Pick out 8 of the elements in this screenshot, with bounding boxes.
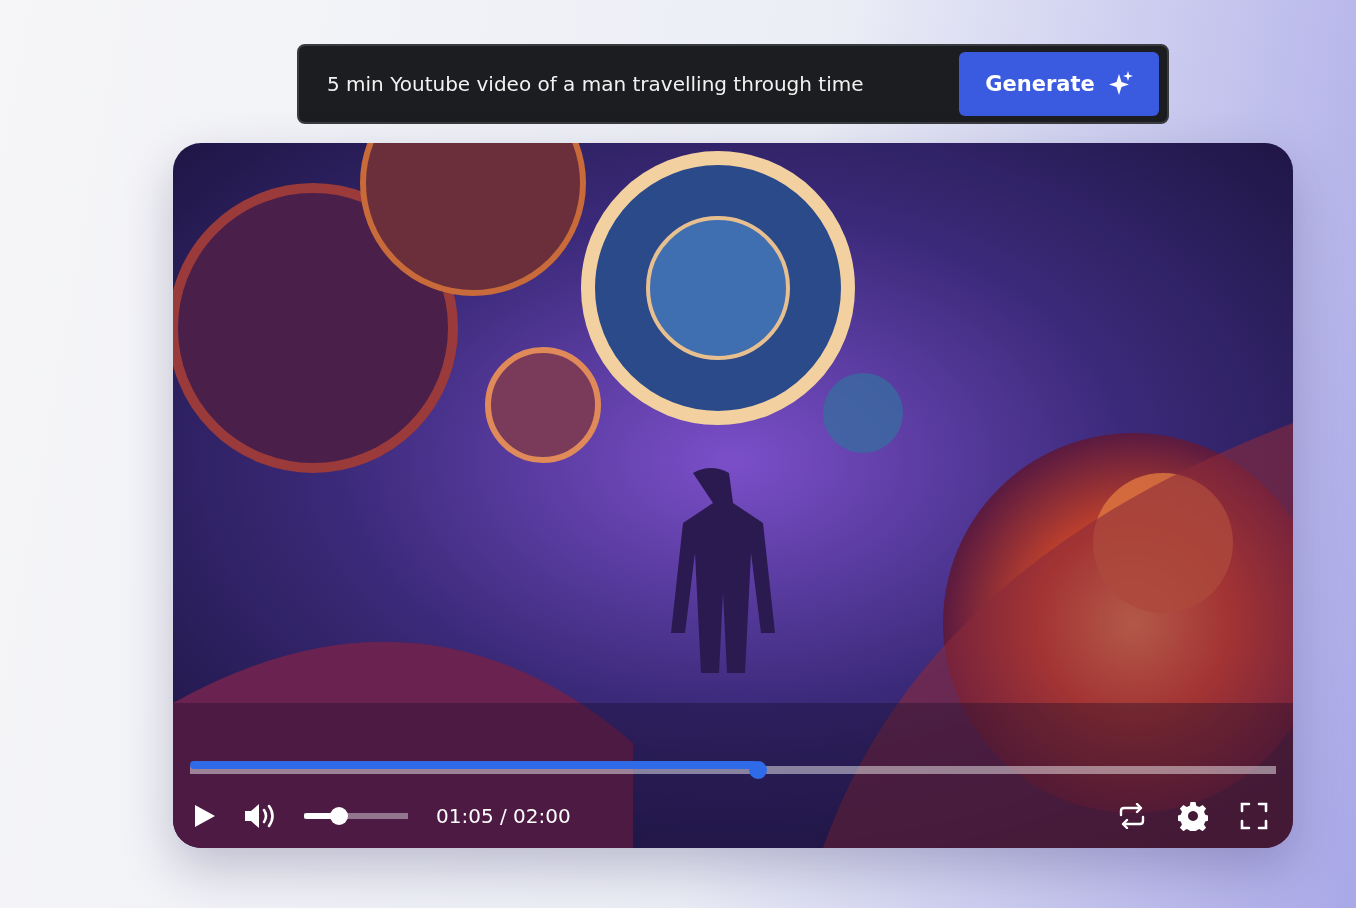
volume-icon[interactable] bbox=[244, 802, 276, 830]
prompt-field[interactable]: 5 min Youtube video of a man travelling through time bbox=[327, 72, 959, 96]
settings-icon[interactable] bbox=[1178, 801, 1208, 831]
generate-button[interactable]: Generate bbox=[959, 52, 1159, 116]
loop-icon[interactable] bbox=[1118, 803, 1146, 829]
play-icon[interactable] bbox=[194, 804, 216, 828]
time-display: 01:05 / 02:00 bbox=[436, 804, 571, 828]
fullscreen-icon[interactable] bbox=[1240, 802, 1268, 830]
